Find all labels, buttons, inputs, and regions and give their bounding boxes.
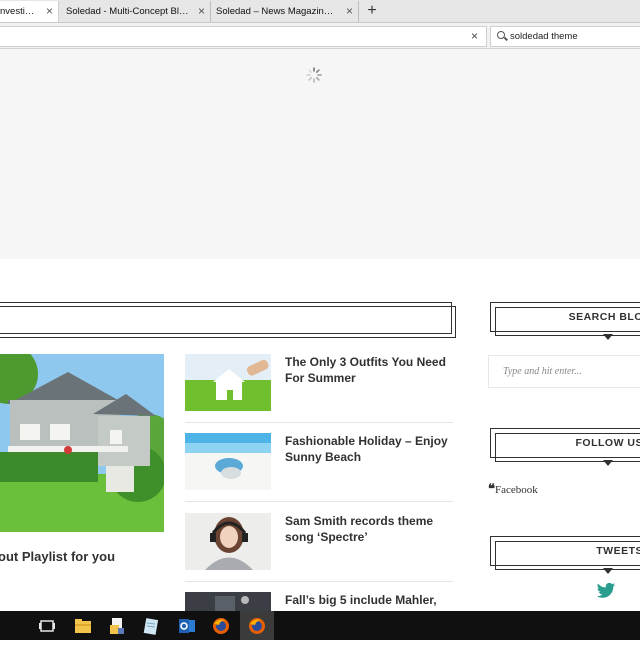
close-icon[interactable]: × <box>46 1 53 22</box>
new-tab-button[interactable]: + <box>362 0 382 22</box>
firefox-active-icon[interactable] <box>246 615 268 637</box>
quote-icon: ❝ <box>488 481 495 496</box>
post-title[interactable]: Fall’s big 5 include Mahler, <box>285 592 450 608</box>
browser-tab-strip: nvesting... × Soledad - Multi-Concept Bl… <box>0 0 640 23</box>
post-thumbnail[interactable] <box>185 354 271 411</box>
section-title-box <box>0 302 452 334</box>
widget-title-text: FOLLOW US <box>576 429 640 457</box>
taskbar <box>0 611 640 640</box>
firefox-icon[interactable] <box>210 615 232 637</box>
widget-title-search: SEARCH BLO <box>490 302 640 332</box>
divider <box>185 581 453 582</box>
featured-post-title[interactable]: out Playlist for you <box>0 549 115 564</box>
post-title[interactable]: Sam Smith records theme song ‘Spectre’ <box>285 513 450 545</box>
file-explorer-icon[interactable] <box>72 615 94 637</box>
widget-title-text: TWEETS <box>596 537 640 565</box>
close-icon[interactable]: × <box>198 1 205 22</box>
arrow-down-icon <box>603 568 613 574</box>
widget-title-text: SEARCH BLO <box>569 303 640 331</box>
clear-icon[interactable]: × <box>471 27 478 46</box>
tab-soledad-blog[interactable]: Soledad - Multi-Concept Blog... × <box>62 1 211 22</box>
post-title[interactable]: Fashionable Holiday – Enjoy Sunny Beach <box>285 433 450 465</box>
divider <box>185 501 453 502</box>
tab-label: nvesting... <box>0 1 38 22</box>
search-query: soldedad theme <box>510 27 578 46</box>
outlook-icon[interactable] <box>176 615 198 637</box>
search-input[interactable]: soldedad theme <box>490 26 640 47</box>
close-icon[interactable]: × <box>346 1 353 22</box>
start-area[interactable] <box>0 611 32 640</box>
twitter-icon[interactable] <box>596 582 616 600</box>
facebook-link[interactable]: ❝Facebook <box>488 481 538 497</box>
notepad-icon[interactable] <box>140 615 162 637</box>
divider <box>185 422 453 423</box>
arrow-down-icon <box>603 334 613 340</box>
arrow-down-icon <box>603 460 613 466</box>
post-thumbnail[interactable] <box>185 433 271 490</box>
facebook-label: Facebook <box>495 484 538 496</box>
widget-title-tweets: TWEETS <box>490 536 640 566</box>
search-placeholder: Type and hit enter... <box>503 356 582 387</box>
tab-soledad-magazine[interactable]: Soledad – News Magazine Wo... × <box>212 1 359 22</box>
file-manager-icon[interactable] <box>106 615 128 637</box>
sidebar-search-input[interactable]: Type and hit enter... <box>488 355 640 388</box>
post-title[interactable]: The Only 3 Outfits You Need For Summer <box>285 354 450 386</box>
search-icon <box>497 31 505 39</box>
task-view-icon[interactable] <box>36 615 58 637</box>
loading-spinner-icon <box>306 67 322 83</box>
navigation-bar: × soldedad theme <box>0 23 640 49</box>
tab-investing[interactable]: nvesting... × <box>0 1 59 22</box>
widget-title-follow: FOLLOW US <box>490 428 640 458</box>
address-bar[interactable]: × <box>0 26 487 47</box>
featured-post-image[interactable] <box>0 354 164 532</box>
tab-label: Soledad - Multi-Concept Blog... <box>66 1 190 22</box>
post-thumbnail[interactable] <box>185 513 271 570</box>
tab-label: Soledad – News Magazine Wo... <box>216 1 338 22</box>
